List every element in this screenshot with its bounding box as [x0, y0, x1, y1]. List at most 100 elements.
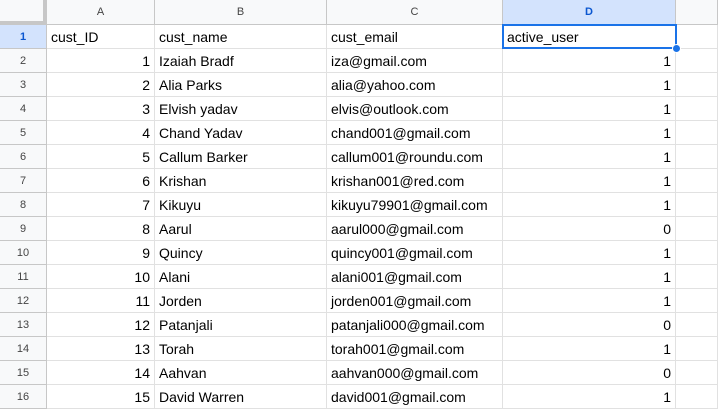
row-header-1[interactable]: 1 [0, 25, 47, 49]
cell[interactable]: 15 [47, 385, 155, 409]
column-header-d[interactable]: D [503, 0, 676, 25]
cell[interactable]: aahvan000@gmail.com [327, 361, 503, 385]
cell[interactable]: Alani [155, 265, 327, 289]
cell[interactable] [676, 193, 718, 217]
cell[interactable]: 1 [503, 121, 676, 145]
cell[interactable]: 11 [47, 289, 155, 313]
cell[interactable]: active_user [503, 25, 676, 49]
row-header-14[interactable]: 14 [0, 337, 47, 361]
cell[interactable]: Izaiah Bradf [155, 49, 327, 73]
cell[interactable]: Aahvan [155, 361, 327, 385]
cell[interactable] [676, 49, 718, 73]
row-header-6[interactable]: 6 [0, 145, 47, 169]
cell[interactable] [676, 217, 718, 241]
cell[interactable]: 9 [47, 241, 155, 265]
row-header-3[interactable]: 3 [0, 73, 47, 97]
cell[interactable] [676, 121, 718, 145]
cell[interactable] [676, 73, 718, 97]
cell[interactable]: david001@gmail.com [327, 385, 503, 409]
cell[interactable] [676, 169, 718, 193]
row-header-7[interactable]: 7 [0, 169, 47, 193]
cell[interactable]: 14 [47, 361, 155, 385]
cell[interactable]: jorden001@gmail.com [327, 289, 503, 313]
cell[interactable] [676, 241, 718, 265]
cell[interactable] [676, 361, 718, 385]
cell[interactable]: alani001@gmail.com [327, 265, 503, 289]
column-header-c[interactable]: C [327, 0, 503, 25]
row-header-9[interactable]: 9 [0, 217, 47, 241]
cell[interactable]: 2 [47, 73, 155, 97]
cell[interactable]: 7 [47, 193, 155, 217]
cell[interactable]: Elvish yadav [155, 97, 327, 121]
cell[interactable]: Quincy [155, 241, 327, 265]
cell[interactable]: 3 [47, 97, 155, 121]
cell[interactable]: iza@gmail.com [327, 49, 503, 73]
row-header-4[interactable]: 4 [0, 97, 47, 121]
column-header-extra[interactable] [676, 0, 718, 25]
cell[interactable]: 10 [47, 265, 155, 289]
cell[interactable]: 0 [503, 217, 676, 241]
cell[interactable]: 1 [503, 97, 676, 121]
cell[interactable]: Krishan [155, 169, 327, 193]
cell[interactable]: 1 [503, 289, 676, 313]
row-header-16[interactable]: 16 [0, 385, 47, 409]
cell[interactable]: 1 [503, 73, 676, 97]
cell[interactable]: cust_email [327, 25, 503, 49]
cell[interactable]: Alia Parks [155, 73, 327, 97]
cell[interactable]: aarul000@gmail.com [327, 217, 503, 241]
cell[interactable]: Torah [155, 337, 327, 361]
cell[interactable]: kikuyu79901@gmail.com [327, 193, 503, 217]
select-all-corner[interactable] [0, 0, 47, 25]
cell[interactable] [676, 313, 718, 337]
cell[interactable]: 1 [47, 49, 155, 73]
column-header-b[interactable]: B [155, 0, 327, 25]
cell[interactable] [676, 289, 718, 313]
cell[interactable]: David Warren [155, 385, 327, 409]
cell[interactable]: callum001@roundu.com [327, 145, 503, 169]
cell[interactable]: 1 [503, 145, 676, 169]
cell[interactable]: 8 [47, 217, 155, 241]
row-header-15[interactable]: 15 [0, 361, 47, 385]
cell[interactable]: 0 [503, 313, 676, 337]
cell[interactable]: cust_name [155, 25, 327, 49]
cell[interactable] [676, 337, 718, 361]
cell[interactable]: 1 [503, 193, 676, 217]
cell[interactable]: Aarul [155, 217, 327, 241]
cell[interactable] [676, 265, 718, 289]
cell[interactable]: 1 [503, 241, 676, 265]
row-header-11[interactable]: 11 [0, 265, 47, 289]
cell[interactable]: Chand Yadav [155, 121, 327, 145]
cell[interactable]: 1 [503, 169, 676, 193]
cell[interactable]: Callum Barker [155, 145, 327, 169]
cell[interactable]: 0 [503, 361, 676, 385]
fill-handle[interactable] [672, 44, 681, 53]
cell[interactable]: 1 [503, 337, 676, 361]
cell[interactable]: Jorden [155, 289, 327, 313]
cell[interactable]: patanjali000@gmail.com [327, 313, 503, 337]
cell[interactable]: 1 [503, 49, 676, 73]
cell[interactable]: 12 [47, 313, 155, 337]
cell[interactable]: 5 [47, 145, 155, 169]
row-header-8[interactable]: 8 [0, 193, 47, 217]
cell[interactable]: Patanjali [155, 313, 327, 337]
row-header-5[interactable]: 5 [0, 121, 47, 145]
cell[interactable]: quincy001@gmail.com [327, 241, 503, 265]
cell[interactable]: krishan001@red.com [327, 169, 503, 193]
cell[interactable] [676, 97, 718, 121]
cell[interactable]: Kikuyu [155, 193, 327, 217]
column-header-a[interactable]: A [47, 0, 155, 25]
row-header-2[interactable]: 2 [0, 49, 47, 73]
cell[interactable]: 4 [47, 121, 155, 145]
cell[interactable]: 1 [503, 265, 676, 289]
cell[interactable] [676, 145, 718, 169]
cell[interactable]: cust_ID [47, 25, 155, 49]
cell[interactable]: elvis@outlook.com [327, 97, 503, 121]
row-header-10[interactable]: 10 [0, 241, 47, 265]
cell[interactable]: 1 [503, 385, 676, 409]
row-header-12[interactable]: 12 [0, 289, 47, 313]
cell[interactable]: chand001@gmail.com [327, 121, 503, 145]
cell[interactable]: alia@yahoo.com [327, 73, 503, 97]
cell[interactable] [676, 25, 718, 49]
cell[interactable] [676, 385, 718, 409]
row-header-13[interactable]: 13 [0, 313, 47, 337]
